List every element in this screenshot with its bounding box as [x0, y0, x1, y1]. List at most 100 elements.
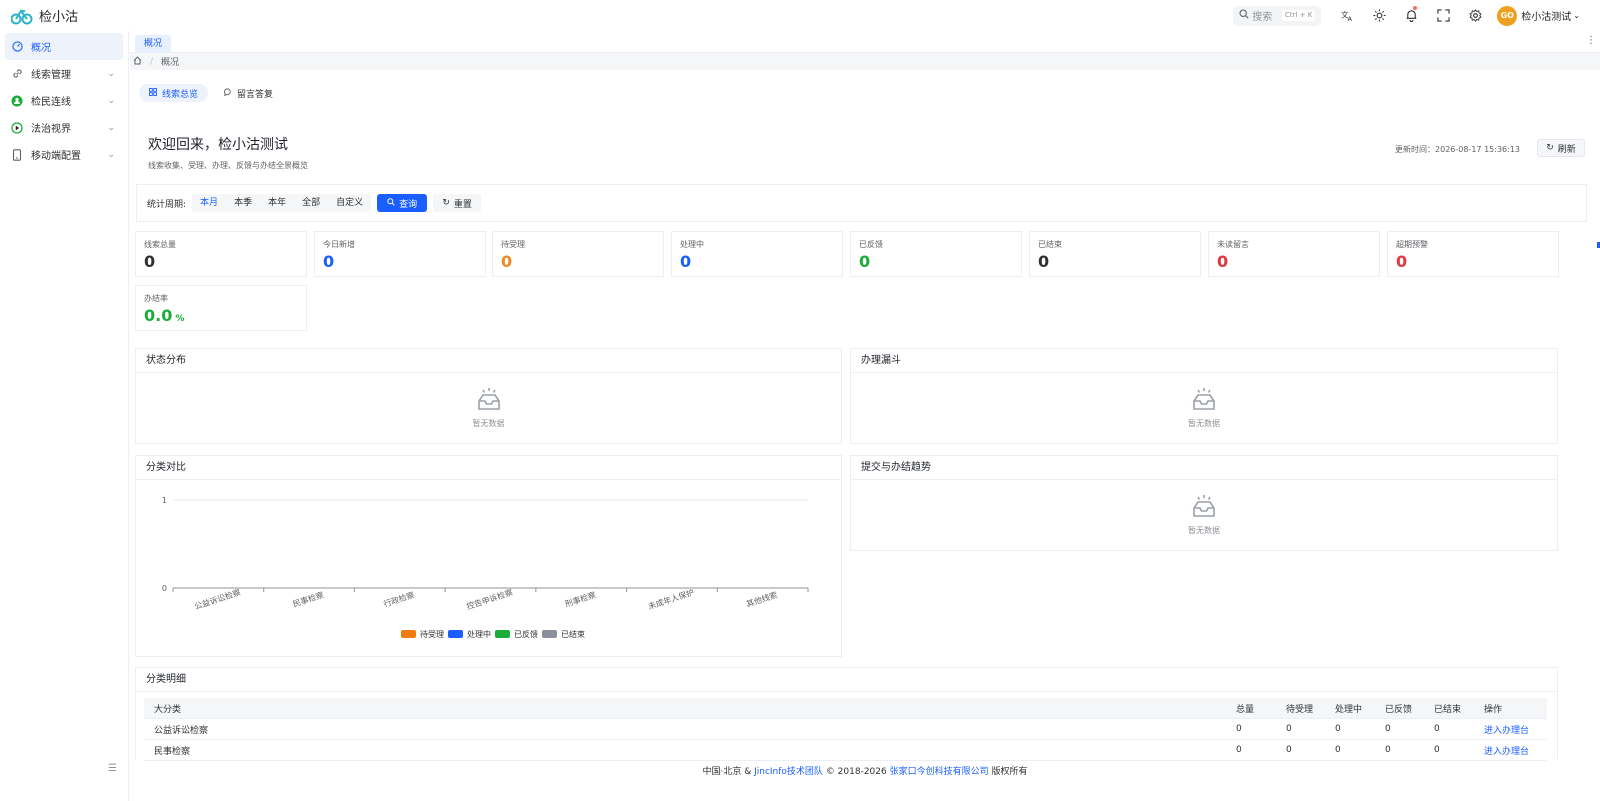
- stat-card-unread: 未读留言 0: [1208, 231, 1380, 277]
- footer-suffix: 版权所有: [991, 767, 1028, 777]
- legend-label: 待受理: [420, 629, 444, 639]
- cell-total: 0: [1236, 724, 1242, 734]
- col-header-total: 总量: [1236, 704, 1255, 715]
- tab-overview[interactable]: 概况: [135, 35, 172, 53]
- table-row: 公益诉讼检察 0 0 0 0 0 进入办理台: [144, 719, 1547, 740]
- theme-sun-icon[interactable]: [1363, 0, 1395, 31]
- footer: 中国·北京 & JincInfo技术团队 © 2018-2026 张家口今创科技…: [130, 764, 1600, 780]
- footer-company-link[interactable]: 张家口今创科技有限公司: [890, 767, 989, 777]
- sidebar-item-clue-management[interactable]: 线索管理 ⌄: [5, 60, 123, 87]
- bell-icon[interactable]: [1395, 0, 1427, 31]
- period-custom[interactable]: 自定义: [328, 194, 371, 212]
- col-header-category: 大分类: [154, 704, 182, 715]
- home-icon[interactable]: [133, 55, 142, 68]
- panel-title: 提交与办结趋势: [851, 456, 1557, 480]
- x-tick-label: 控告申诉检察: [465, 587, 514, 611]
- stat-card-today: 今日新增 0: [314, 231, 486, 277]
- stat-label: 待受理: [501, 240, 525, 249]
- sidebar-item-law-vision[interactable]: 法治视界 ⌄: [5, 114, 123, 141]
- welcome-subtitle: 线索收集、受理、办理、反馈与办结全景概览: [148, 161, 308, 170]
- cell-processing: 0: [1335, 745, 1341, 755]
- panel-title: 分类明细: [136, 668, 1557, 692]
- translate-icon[interactable]: 文A: [1331, 0, 1363, 31]
- cell-closed: 0: [1434, 745, 1440, 755]
- stat-card-pending: 待受理 0: [492, 231, 664, 277]
- x-tick-label: 公益诉讼检察: [193, 587, 242, 611]
- x-tick-label: 刑事检察: [564, 589, 598, 608]
- legend-swatch: [401, 630, 416, 638]
- stat-card-feedback: 已反馈 0: [850, 231, 1022, 277]
- user-menu[interactable]: GO 检小沽测试 ⌄: [1497, 5, 1580, 26]
- mobile-icon: [11, 148, 23, 161]
- grid-icon: [149, 87, 157, 99]
- chevron-down-icon: ⌄: [107, 68, 115, 79]
- table-row: 民事检察 0 0 0 0 0 进入办理台: [144, 740, 1547, 761]
- update-label: 更新时间：: [1395, 145, 1436, 154]
- sidebar-item-label: 法治视界: [31, 124, 71, 135]
- cell-pending: 0: [1286, 724, 1292, 734]
- enter-workbench-link[interactable]: 进入办理台: [1484, 744, 1534, 757]
- sidebar-item-label: 检民连线: [31, 97, 71, 108]
- enter-workbench-link[interactable]: 进入办理台: [1484, 723, 1534, 736]
- sidebar-item-mobile-config[interactable]: 移动端配置 ⌄: [5, 141, 123, 168]
- stat-card-overdue: 超期预警 0: [1387, 231, 1559, 277]
- cell-pending: 0: [1286, 745, 1292, 755]
- panel-category-comparison: 分类对比 0 1 公益诉讼检察 民事检察 行政检察 控告申诉检察 刑事检察 未成年人保护 其他线…: [135, 455, 842, 657]
- cell-category: 公益诉讼检察: [154, 725, 209, 736]
- reset-label: 重置: [453, 199, 472, 210]
- cell-total: 0: [1236, 745, 1242, 755]
- segment-clue-overview[interactable]: 线索总览: [139, 84, 209, 102]
- sidebar-item-citizen-connect[interactable]: 检民连线 ⌄: [5, 87, 123, 114]
- stat-value: 0: [501, 252, 513, 271]
- footer-prefix: 中国·北京 &: [702, 767, 752, 777]
- x-tick-label: 未成年人保护: [647, 587, 696, 611]
- reset-button[interactable]: ↻ 重置: [433, 194, 482, 212]
- cell-feedback: 0: [1385, 745, 1391, 755]
- segment-message-reply[interactable]: 留言答复: [214, 84, 283, 102]
- more-vertical-icon[interactable]: ⋮: [1586, 35, 1596, 46]
- period-month[interactable]: 本月: [192, 194, 226, 212]
- sidebar-item-overview[interactable]: 概况: [5, 33, 123, 60]
- collapse-menu-icon[interactable]: ☰: [108, 763, 117, 774]
- stat-label: 处理中: [680, 240, 704, 249]
- col-header-pending: 待受理: [1286, 704, 1314, 715]
- refresh-button[interactable]: ↻ 刷新: [1537, 139, 1585, 157]
- stat-value: 0: [1396, 252, 1408, 271]
- col-header-feedback: 已反馈: [1385, 704, 1413, 715]
- fullscreen-icon[interactable]: [1427, 0, 1459, 31]
- avatar: GO: [1497, 5, 1518, 26]
- period-all[interactable]: 全部: [294, 194, 328, 212]
- update-time: 更新时间：2026-08-17 15:36:13: [1395, 144, 1520, 155]
- footer-team-link[interactable]: JincInfo技术团队: [754, 767, 823, 777]
- breadcrumb-separator: /: [150, 56, 154, 67]
- cell-processing: 0: [1335, 724, 1341, 734]
- col-header-processing: 处理中: [1335, 704, 1363, 715]
- empty-state: 暂无数据: [136, 387, 841, 429]
- query-button[interactable]: 查询: [377, 194, 428, 212]
- welcome-block: 欢迎回来，检小沽测试 线索收集、受理、办理、反馈与办结全景概览: [148, 134, 308, 171]
- app-logo[interactable]: 检小沽: [0, 6, 130, 26]
- legend-swatch: [495, 630, 510, 638]
- period-year[interactable]: 本年: [260, 194, 294, 212]
- stat-label: 已结束: [1038, 240, 1062, 249]
- stat-card-completion-rate: 办结率 0.0%: [135, 285, 307, 331]
- period-quarter[interactable]: 本季: [226, 194, 260, 212]
- chevron-down-icon: ⌄: [1573, 11, 1580, 20]
- reset-icon: ↻: [442, 198, 450, 208]
- cell-closed: 0: [1434, 724, 1440, 734]
- stat-label: 今日新增: [323, 240, 355, 249]
- settings-gear-icon[interactable]: [1459, 0, 1491, 31]
- stat-label: 已反馈: [859, 240, 883, 249]
- panel-status-distribution: 状态分布 暂无数据: [135, 348, 842, 444]
- stat-value: 0: [1038, 252, 1050, 271]
- sidebar-item-label: 移动端配置: [31, 151, 81, 162]
- stat-card-processing: 处理中 0: [671, 231, 843, 277]
- sidebar-item-label: 线索管理: [31, 70, 71, 81]
- chat-bubble-icon: [223, 87, 232, 99]
- legend-label: 已反馈: [514, 629, 538, 639]
- category-detail-table: 大分类 总量 待受理 处理中 已反馈 已结束 操作 公益诉讼检察 0 0 0 0…: [144, 698, 1547, 761]
- stat-value: 0: [859, 252, 871, 271]
- sidebar: 概况 线索管理 ⌄ 检民连线 ⌄ 法治视界 ⌄ 移动端配置 ⌄ ☰: [0, 31, 129, 801]
- global-search[interactable]: 搜索 Ctrl + K: [1233, 5, 1322, 26]
- chevron-down-icon: ⌄: [107, 149, 115, 160]
